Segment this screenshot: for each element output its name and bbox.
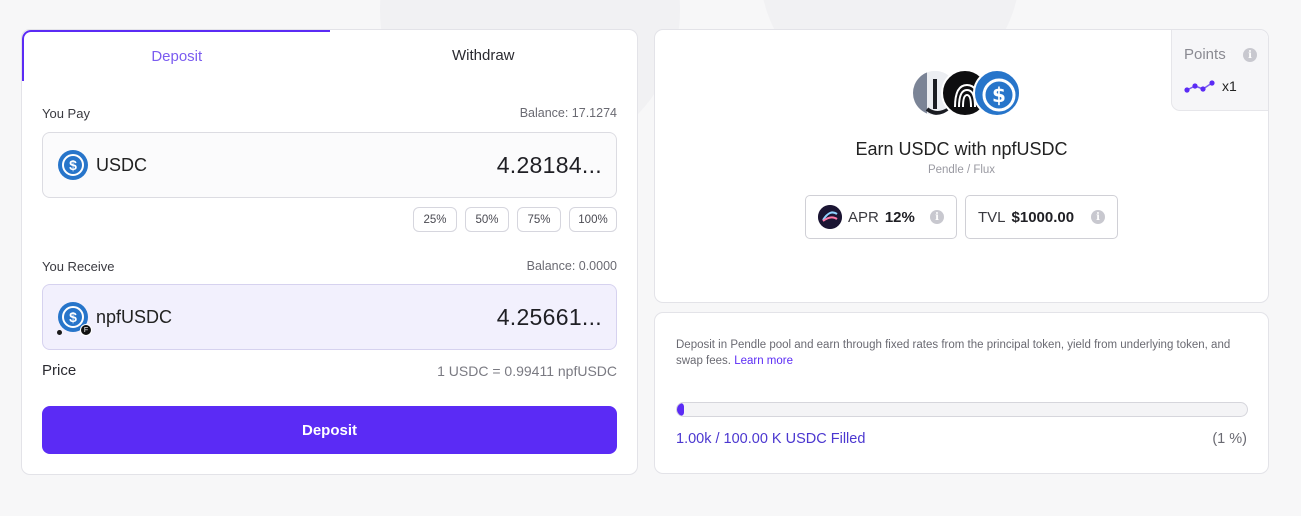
tab-deposit[interactable]: Deposit: [22, 30, 330, 81]
filled-percent: (1 %): [1212, 431, 1247, 447]
tvl-label: TVL: [978, 208, 1006, 226]
apr-stat: APR 12% i: [805, 195, 957, 239]
percent-buttons: 25% 50% 75% 100%: [413, 207, 617, 232]
vault-title: Earn USDC with npfUSDC: [855, 139, 1068, 159]
points-panel: Points i x1: [1171, 30, 1268, 111]
pool-info-card: Deposit in Pendle pool and earn through …: [654, 312, 1269, 474]
receive-token-name: npfUSDC: [96, 306, 173, 327]
vault-info-card: Points i x1 $ Earn USDC with npfUSDC Pen…: [654, 29, 1269, 303]
swap-card: Deposit Withdraw You Pay Balance: 17.127…: [21, 29, 638, 475]
filled-amount: 1.00k / 100.00 K USDC Filled: [676, 431, 866, 447]
percent-50-button[interactable]: 50%: [465, 207, 509, 232]
tvl-stat: TVL $1000.00 i: [965, 195, 1118, 239]
pool-description: Deposit in Pendle pool and earn through …: [676, 337, 1246, 369]
pendle-icon: [818, 205, 842, 229]
protocol-logos: $: [911, 69, 1021, 119]
receive-balance: Balance: 0.0000: [526, 259, 617, 273]
info-icon[interactable]: i: [1243, 48, 1257, 62]
you-receive-label: You Receive: [42, 259, 115, 274]
usdc-logo-icon: $: [973, 69, 1021, 117]
percent-75-button[interactable]: 75%: [517, 207, 561, 232]
points-glyph-icon: [1184, 80, 1215, 93]
apr-value: 12%: [884, 208, 915, 226]
price-value: 1 USDC = 0.99411 npfUSDC: [437, 363, 617, 379]
learn-more-link[interactable]: Learn more: [734, 355, 793, 367]
svg-text:$: $: [992, 83, 1006, 107]
pay-balance: Balance: 17.1274: [519, 106, 617, 120]
pay-token-name: USDC: [96, 154, 148, 175]
tab-withdraw[interactable]: Withdraw: [330, 30, 638, 81]
percent-100-button[interactable]: 100%: [569, 207, 617, 232]
tvl-value: $1000.00: [1011, 208, 1075, 226]
info-icon[interactable]: i: [930, 210, 944, 224]
vault-subtitle: Pendle / Flux: [927, 164, 996, 176]
tab-bar: Deposit Withdraw: [22, 30, 637, 81]
receive-output-box: $ F npfUSDC 4.25661...: [42, 284, 617, 350]
you-pay-label: You Pay: [42, 106, 90, 121]
points-value: x1: [1222, 78, 1237, 94]
npfusdc-coin-icon: $ F: [57, 302, 92, 336]
apr-label: APR: [848, 208, 879, 226]
fill-progress-fill: [677, 403, 684, 416]
pay-input-box[interactable]: $ USDC 4.28184...: [42, 132, 617, 198]
points-title: Points: [1184, 46, 1226, 63]
receive-amount: 4.25661...: [496, 303, 602, 330]
pay-amount-input[interactable]: 4.28184...: [497, 152, 602, 179]
fill-progress-bar: [676, 402, 1248, 417]
usdc-coin-icon: $: [58, 150, 88, 180]
info-icon[interactable]: i: [1091, 210, 1105, 224]
percent-25-button[interactable]: 25%: [413, 207, 457, 232]
deposit-button[interactable]: Deposit: [42, 406, 617, 454]
price-label: Price: [42, 362, 77, 379]
